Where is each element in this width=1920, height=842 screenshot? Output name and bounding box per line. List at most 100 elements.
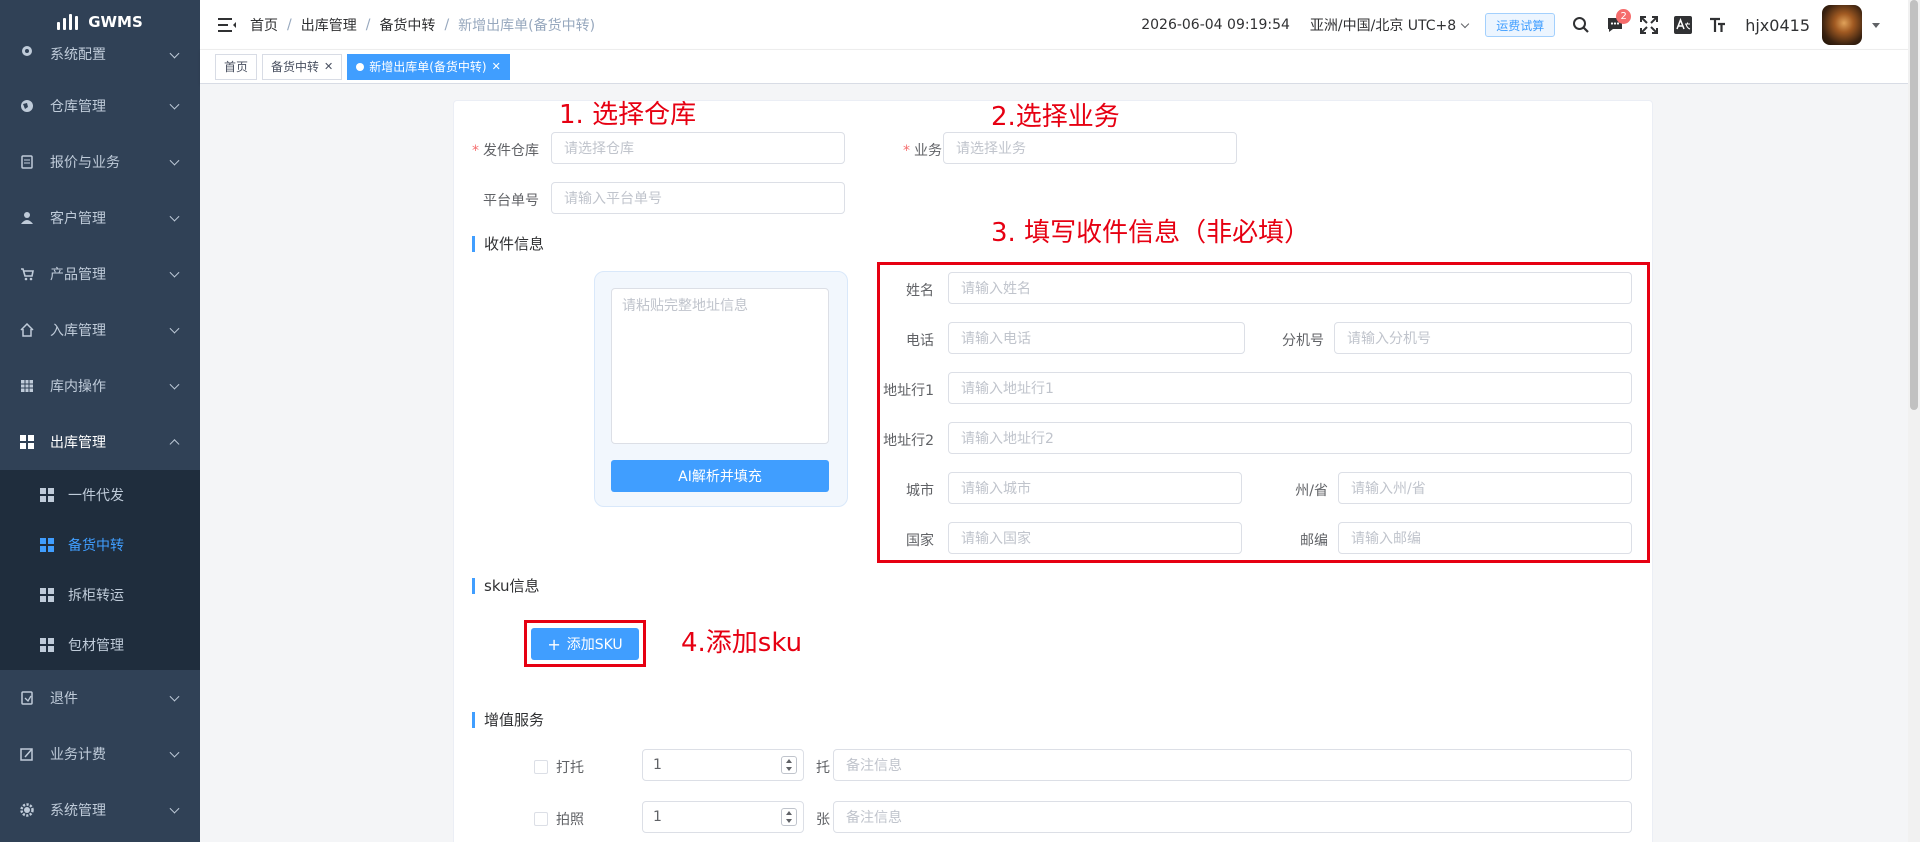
palletize-remark-input[interactable]: 备注信息	[833, 749, 1632, 781]
warehouse-select[interactable]: 请选择仓库	[551, 132, 845, 164]
stepper-icon[interactable]	[781, 808, 797, 826]
sidebar-item-system-config[interactable]: 系统配置	[0, 44, 200, 66]
palletize-checkbox[interactable]: 打托	[534, 757, 584, 777]
state-input[interactable]: 请输入州/省	[1338, 472, 1632, 504]
datetime: 2026-06-04 09:19:54	[1141, 17, 1290, 33]
breadcrumb-home[interactable]: 首页	[250, 15, 278, 35]
timezone-select[interactable]: 亚洲/中国/北京 UTC+8	[1309, 15, 1470, 35]
photo-quantity[interactable]: 1	[642, 801, 804, 833]
sidebar-item-return[interactable]: 退件	[0, 670, 200, 726]
sidebar-subitem-devanning[interactable]: 拆柜转运	[0, 570, 200, 620]
plus-icon: +	[547, 634, 561, 654]
chevron-down-icon	[169, 691, 180, 702]
menu-toggle-icon[interactable]	[218, 17, 236, 32]
sidebar-item-label: 拆柜转运	[68, 588, 124, 604]
sku-section-title: sku信息	[472, 577, 540, 595]
value-added-section-title: 增值服务	[472, 711, 544, 729]
name-input[interactable]: 请输入姓名	[948, 272, 1632, 304]
chevron-down-icon	[169, 747, 180, 758]
message-icon[interactable]: 2	[1605, 9, 1632, 35]
page-scrollbar[interactable]	[1908, 0, 1920, 842]
sidebar: GWMS 系统配置 仓库管理 报价与业务 客户管理 产品管理 入库管理 库内操作…	[0, 0, 200, 842]
recipient-section-title: 收件信息	[472, 235, 544, 253]
business-select[interactable]: 请选择业务	[943, 132, 1237, 164]
zip-input[interactable]: 请输入邮编	[1338, 522, 1632, 554]
scrollbar-thumb[interactable]	[1910, 0, 1918, 410]
sidebar-subitem-packaging[interactable]: 包材管理	[0, 620, 200, 670]
sidebar-item-warehouse[interactable]: 仓库管理	[0, 78, 200, 134]
fullscreen-icon[interactable]	[1639, 15, 1659, 35]
sidebar-item-label: 备货中转	[68, 538, 124, 554]
city-label: 城市	[906, 483, 934, 499]
sidebar-item-quote-business[interactable]: 报价与业务	[0, 134, 200, 190]
logo-text: GWMS	[88, 13, 143, 31]
sidebar-item-billing[interactable]: 业务计费	[0, 726, 200, 782]
globe-icon	[21, 100, 33, 112]
sidebar-item-label: 一件代发	[68, 488, 124, 504]
sidebar-item-system-admin[interactable]: 系统管理	[0, 782, 200, 838]
sidebar-item-inbound[interactable]: 入库管理	[0, 302, 200, 358]
chevron-down-icon	[169, 323, 180, 334]
close-icon[interactable]: ✕	[492, 60, 501, 73]
breadcrumb-outbound[interactable]: 出库管理	[301, 15, 357, 35]
ai-parse-button[interactable]: AI解析并填充	[611, 460, 829, 492]
annotation-add-sku: 4.添加sku	[681, 628, 803, 658]
billing-icon	[20, 748, 33, 761]
sidebar-item-in-warehouse-ops[interactable]: 库内操作	[0, 358, 200, 414]
city-input[interactable]: 请输入城市	[948, 472, 1242, 504]
breadcrumb: 首页 / 出库管理 / 备货中转 / 新增出库单(备货中转)	[250, 15, 596, 35]
country-input[interactable]: 请输入国家	[948, 522, 1242, 554]
freight-calc-button[interactable]: 运费试算	[1485, 13, 1556, 37]
sidebar-item-customer[interactable]: 客户管理	[0, 190, 200, 246]
phone-label: 电话	[906, 333, 934, 349]
add-sku-button[interactable]: + 添加SKU	[531, 628, 639, 660]
breadcrumb-current: 新增出库单(备货中转)	[458, 17, 596, 34]
sidebar-item-product[interactable]: 产品管理	[0, 246, 200, 302]
main-content: 1. 选择仓库 2.选择业务 3. 填写收件信息（非必填） 4.添加sku * 发…	[200, 84, 1920, 842]
sidebar-item-label: 入库管理	[50, 323, 106, 339]
timezone-label: 亚洲/中国/北京 UTC+8	[1309, 18, 1457, 34]
address-paste-textarea[interactable]: 请粘贴完整地址信息	[611, 288, 829, 444]
document-icon	[21, 155, 33, 169]
address1-input[interactable]: 请输入地址行1	[948, 372, 1632, 404]
sidebar-subitem-dropship[interactable]: 一件代发	[0, 470, 200, 520]
tab-home[interactable]: 首页	[215, 53, 258, 80]
chevron-down-icon	[169, 379, 180, 390]
font-size-icon[interactable]	[1707, 15, 1727, 35]
navbar: 首页 / 出库管理 / 备货中转 / 新增出库单(备货中转) 2026-06-0…	[200, 0, 1920, 50]
sidebar-item-label: 退件	[50, 691, 78, 707]
platform-order-input[interactable]: 请输入平台单号	[551, 182, 845, 214]
tab-new-outbound[interactable]: 新增出库单(备货中转) ✕	[347, 53, 510, 80]
chevron-down-icon	[169, 267, 180, 278]
translate-icon[interactable]	[1673, 15, 1693, 35]
sidebar-item-label: 客户管理	[50, 211, 106, 227]
sidebar-item-outbound[interactable]: 出库管理	[0, 414, 200, 470]
stepper-icon[interactable]	[781, 756, 797, 774]
sidebar-item-label: 库内操作	[50, 379, 106, 395]
caret-down-icon[interactable]	[1872, 22, 1880, 28]
username[interactable]: hjx0415	[1745, 16, 1810, 35]
chevron-down-icon	[169, 803, 180, 814]
logo-icon	[57, 14, 79, 30]
avatar[interactable]	[1822, 5, 1862, 45]
tab-stock-transfer[interactable]: 备货中转 ✕	[262, 53, 343, 80]
grid-icon	[20, 435, 34, 449]
address2-input[interactable]: 请输入地址行2	[948, 422, 1632, 454]
chevron-up-icon	[169, 439, 180, 450]
search-icon[interactable]	[1571, 15, 1591, 35]
photo-checkbox[interactable]: 拍照	[534, 809, 584, 829]
close-icon[interactable]: ✕	[324, 60, 333, 73]
grid-icon	[40, 638, 54, 652]
extension-input[interactable]: 请输入分机号	[1334, 322, 1632, 354]
photo-unit: 张	[816, 812, 830, 828]
breadcrumb-stock-transfer[interactable]: 备货中转	[379, 15, 435, 35]
table-icon	[21, 380, 33, 392]
palletize-quantity[interactable]: 1	[642, 749, 804, 781]
logo[interactable]: GWMS	[0, 0, 200, 44]
message-badge: 2	[1616, 9, 1632, 24]
phone-input[interactable]: 请输入电话	[948, 322, 1245, 354]
sidebar-subitem-stock-transfer[interactable]: 备货中转	[0, 520, 200, 570]
user-icon	[21, 212, 33, 224]
checkbox-icon	[534, 812, 548, 826]
photo-remark-input[interactable]: 备注信息	[833, 801, 1632, 833]
